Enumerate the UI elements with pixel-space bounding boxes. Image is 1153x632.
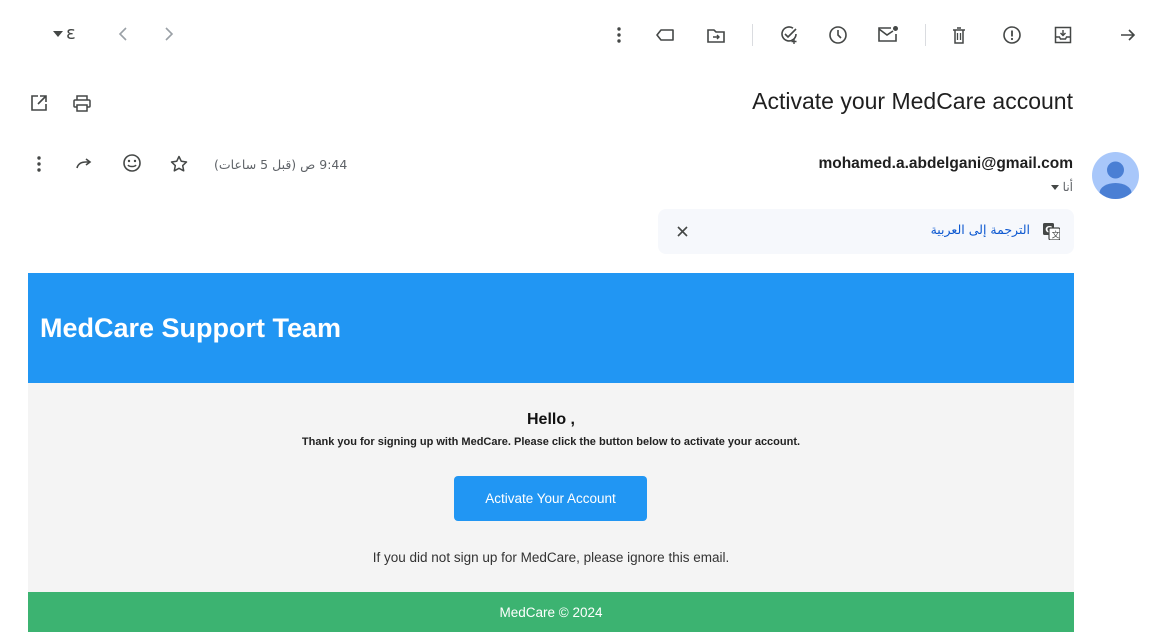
more-vert-icon[interactable]	[30, 153, 48, 175]
email-body: MedCare Support Team Hello , Thank you f…	[28, 273, 1074, 632]
message-toolbar: ε	[0, 0, 1153, 70]
email-subject: Activate your MedCare account	[752, 88, 1073, 114]
translate-link[interactable]: الترجمة إلى العربية	[931, 222, 1030, 237]
message-time: 9:44 ص (قبل 5 ساعات)	[214, 157, 348, 172]
back-arrow-icon[interactable]	[1116, 23, 1140, 47]
reply-icon[interactable]	[73, 153, 95, 175]
open-in-new-window-icon[interactable]	[28, 92, 50, 114]
activate-account-button[interactable]: Activate Your Account	[454, 476, 647, 521]
add-reaction-icon[interactable]	[120, 151, 144, 175]
delete-icon[interactable]	[948, 23, 970, 47]
recipient-details[interactable]: أنا	[1050, 180, 1073, 194]
chevron-right-icon[interactable]	[160, 24, 178, 44]
mark-unread-icon[interactable]	[876, 22, 900, 46]
ignore-note: If you did not sign up for MedCare, plea…	[372, 550, 730, 565]
label-icon[interactable]	[654, 24, 676, 46]
add-task-icon[interactable]	[777, 23, 801, 47]
greeting-text: Hello ,	[526, 411, 575, 428]
sender-avatar[interactable]	[1092, 152, 1139, 199]
more-vert-icon[interactable]	[610, 24, 628, 46]
email-footer: MedCare © 2024	[28, 592, 1074, 632]
recipient-label: أنا	[1062, 180, 1073, 194]
translate-bar: الترجمة إلى العربية G文	[658, 209, 1074, 254]
sender-email[interactable]: mohamed.a.abdelgani@gmail.com	[818, 155, 1073, 173]
caret-down-icon[interactable]	[52, 26, 64, 42]
star-icon[interactable]	[168, 153, 190, 175]
chevron-left-icon[interactable]	[114, 24, 132, 44]
toolbar-divider	[752, 24, 753, 46]
email-header-title: MedCare Support Team	[40, 313, 342, 343]
email-main-section: Hello , Thank you for signing up with Me…	[28, 383, 1074, 592]
print-icon[interactable]	[71, 92, 93, 114]
close-icon[interactable]	[672, 221, 692, 241]
email-header-banner: MedCare Support Team	[28, 273, 1074, 383]
translate-icon: G文	[1042, 222, 1060, 240]
svg-text:文: 文	[1051, 229, 1059, 239]
archive-icon[interactable]	[1051, 23, 1075, 47]
page-indicator: ε	[66, 23, 76, 44]
intro-text: Thank you for signing up with MedCare. P…	[301, 436, 801, 448]
move-to-icon[interactable]	[705, 24, 727, 46]
snooze-icon[interactable]	[826, 23, 850, 47]
caret-down-icon	[1050, 184, 1059, 190]
toolbar-divider	[925, 24, 926, 46]
report-spam-icon[interactable]	[1000, 23, 1024, 47]
